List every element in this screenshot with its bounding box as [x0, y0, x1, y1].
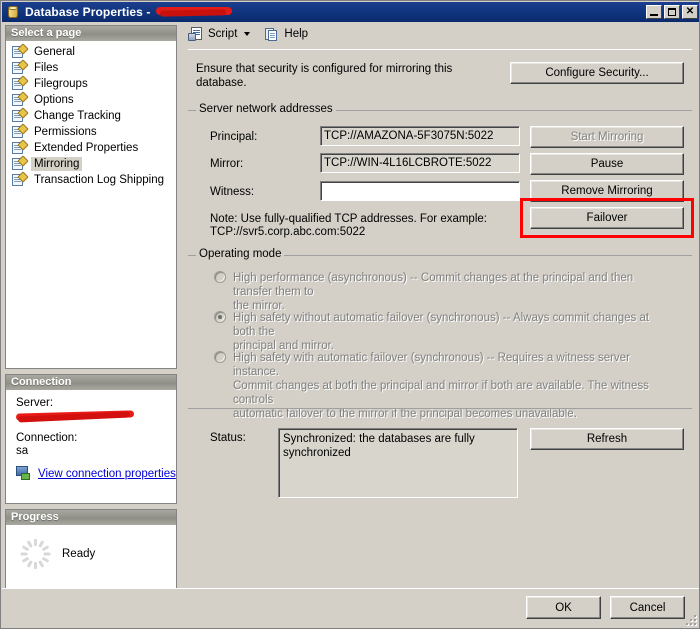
- connection-header: Connection: [6, 375, 176, 390]
- select-page-header: Select a page: [6, 26, 176, 41]
- main-content: Script Help Ensure that security is conf…: [180, 22, 699, 608]
- sidebar-item-files[interactable]: Files: [6, 59, 176, 76]
- sidebar-item-label: Permissions: [34, 126, 97, 138]
- pause-button[interactable]: Pause: [530, 153, 684, 175]
- page-document-icon: [12, 59, 29, 75]
- resize-grip[interactable]: [684, 613, 698, 627]
- sidebar-item-change-tracking[interactable]: Change Tracking: [6, 107, 176, 124]
- mirror-address-input[interactable]: TCP://WIN-4L16LCBROTE:5022: [320, 153, 520, 173]
- database-cylinder-icon: [6, 5, 20, 19]
- principal-address-input[interactable]: TCP://AMAZONA-5F3075N:5022: [320, 126, 520, 146]
- radio-icon[interactable]: [214, 351, 226, 363]
- page-list: General Files Filegroups Options Change …: [6, 41, 176, 192]
- server-network-addresses-group: Server network addresses Principal: TCP:…: [188, 103, 694, 242]
- status-label: Status:: [210, 432, 246, 444]
- cancel-button[interactable]: Cancel: [610, 596, 685, 619]
- operating-mode-option-high-performance[interactable]: High performance (asynchronous) -- Commi…: [214, 271, 674, 313]
- sidebar-item-label: General: [34, 46, 75, 58]
- help-button[interactable]: Help: [262, 24, 311, 44]
- chevron-down-icon[interactable]: [244, 32, 251, 36]
- sidebar: Select a page General Files Filegroups O…: [2, 22, 180, 608]
- refresh-button[interactable]: Refresh: [530, 428, 684, 450]
- maximize-button[interactable]: [664, 5, 680, 19]
- minimize-button[interactable]: [646, 5, 662, 19]
- sidebar-item-label: Mirroring: [31, 157, 83, 171]
- close-button[interactable]: ✕: [682, 5, 698, 19]
- server-name-redaction: [16, 410, 136, 423]
- connection-value: sa: [16, 445, 29, 457]
- server-label: Server:: [16, 397, 54, 409]
- connection-panel: Connection Server: Connection: sa View c…: [5, 374, 177, 504]
- ok-button[interactable]: OK: [526, 596, 601, 619]
- sidebar-item-filegroups[interactable]: Filegroups: [6, 75, 176, 92]
- operating-mode-legend: Operating mode: [196, 248, 285, 260]
- toolbar: Script Help: [180, 22, 699, 46]
- page-document-icon: [12, 43, 29, 59]
- view-connection-properties-link[interactable]: View connection properties: [38, 468, 176, 480]
- select-page-panel: Select a page General Files Filegroups O…: [5, 25, 177, 369]
- progress-spinner-icon: [20, 539, 50, 569]
- radio-icon[interactable]: [214, 271, 226, 283]
- server-network-addresses-legend: Server network addresses: [196, 103, 336, 115]
- page-document-icon: [12, 75, 29, 91]
- sidebar-item-label: Extended Properties: [34, 142, 139, 154]
- dialog-footer: OK Cancel: [2, 588, 699, 628]
- sidebar-item-label: Filegroups: [34, 78, 88, 90]
- sidebar-item-extended-properties[interactable]: Extended Properties: [6, 139, 176, 156]
- status-message-box: Synchronized: the databases are fully sy…: [278, 428, 518, 498]
- failover-button[interactable]: Failover: [530, 207, 684, 229]
- connection-properties-icon: [16, 466, 33, 481]
- script-button[interactable]: Script: [185, 24, 253, 44]
- sidebar-item-label: Files: [34, 62, 59, 74]
- operating-mode-group: Operating mode High performance (asynchr…: [188, 248, 692, 420]
- sidebar-item-label: Change Tracking: [34, 110, 121, 122]
- page-document-icon: [12, 171, 29, 187]
- view-connection-properties-row[interactable]: View connection properties: [16, 466, 176, 481]
- sidebar-item-mirroring[interactable]: Mirroring: [6, 155, 176, 172]
- window-title-text: Database Properties -: [25, 5, 154, 19]
- title-bar[interactable]: Database Properties - ✕: [2, 2, 699, 22]
- help-icon: [265, 27, 280, 42]
- sidebar-item-permissions[interactable]: Permissions: [6, 123, 176, 140]
- page-document-icon: [12, 107, 29, 123]
- principal-label: Principal:: [210, 131, 258, 143]
- security-intro-text: Ensure that security is configured for m…: [196, 63, 453, 89]
- operating-mode-option-label: High safety without automatic failover (…: [233, 312, 650, 352]
- help-button-label: Help: [284, 28, 309, 40]
- mirror-label: Mirror:: [210, 158, 244, 170]
- page-document-icon: [12, 91, 29, 107]
- window-title: Database Properties -: [25, 5, 232, 19]
- connection-label: Connection:: [16, 432, 78, 444]
- sidebar-item-transaction-log-shipping[interactable]: Transaction Log Shipping: [6, 171, 176, 188]
- sidebar-item-label: Transaction Log Shipping: [34, 174, 164, 186]
- progress-header: Progress: [6, 510, 176, 525]
- window-controls: ✕: [646, 5, 698, 19]
- mirroring-page: Ensure that security is configured for m…: [188, 49, 694, 602]
- sidebar-item-label: Options: [34, 94, 74, 106]
- tcp-note-line-1: Note: Use fully-qualified TCP addresses.…: [210, 213, 487, 225]
- script-icon: [188, 26, 204, 42]
- operating-mode-option-high-safety-no-auto-failover[interactable]: High safety without automatic failover (…: [214, 311, 674, 353]
- witness-label: Witness:: [210, 186, 255, 198]
- operating-mode-option-label: High performance (asynchronous) -- Commi…: [233, 272, 634, 312]
- radio-icon[interactable]: [214, 311, 226, 323]
- sidebar-item-general[interactable]: General: [6, 43, 176, 60]
- remove-mirroring-button[interactable]: Remove Mirroring: [530, 180, 684, 202]
- page-document-icon: [12, 155, 29, 171]
- database-properties-dialog: Database Properties - ✕ Select a page Ge…: [0, 0, 700, 629]
- page-document-icon: [12, 139, 29, 155]
- progress-status-text: Ready: [62, 548, 96, 560]
- sidebar-item-options[interactable]: Options: [6, 91, 176, 108]
- start-mirroring-button[interactable]: Start Mirroring: [530, 126, 684, 148]
- tcp-note-line-2: TCP://svr5.corp.abc.com:5022: [210, 226, 366, 238]
- witness-address-input[interactable]: [320, 181, 520, 201]
- connection-body: Server: Connection: sa View connection p…: [6, 390, 176, 489]
- status-group: Status: Synchronized: the databases are …: [188, 408, 692, 508]
- script-button-label: Script: [208, 28, 238, 40]
- database-name-redaction: [155, 6, 232, 17]
- configure-security-button[interactable]: Configure Security...: [510, 62, 684, 84]
- page-document-icon: [12, 123, 29, 139]
- progress-panel: Progress Ready: [5, 509, 177, 589]
- progress-body: Ready: [6, 525, 176, 587]
